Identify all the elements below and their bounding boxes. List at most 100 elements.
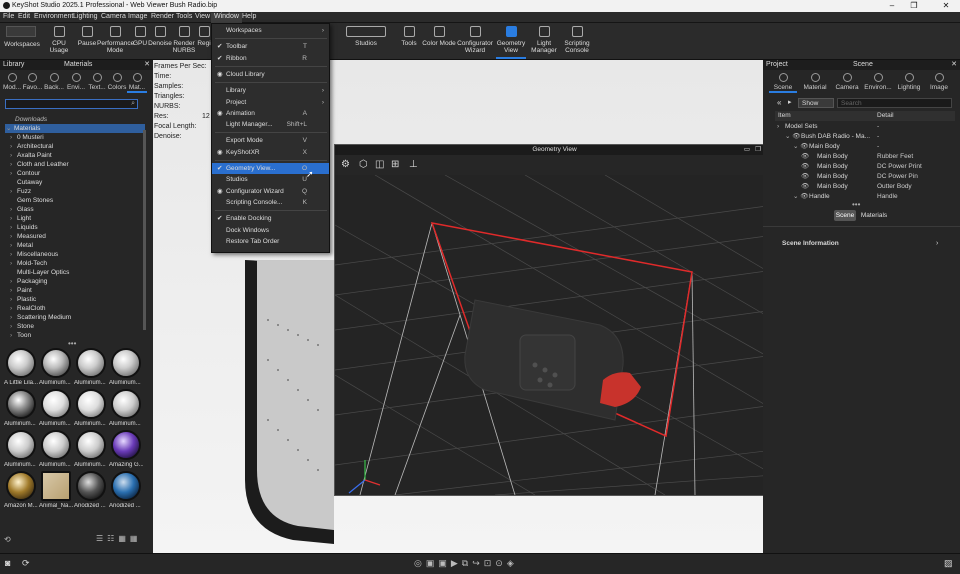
- menu-lighting[interactable]: Lighting: [73, 13, 98, 20]
- subtab-scene[interactable]: Scene: [834, 210, 856, 221]
- caret-icon[interactable]: ›: [10, 295, 12, 304]
- visibility-icon[interactable]: 👁: [801, 172, 809, 182]
- menu-item-animation[interactable]: ◉ Animation A: [212, 108, 329, 119]
- menu-environment[interactable]: Environment: [34, 13, 73, 20]
- expand-icon[interactable]: ▸: [788, 98, 792, 106]
- tree-item[interactable]: Gem Stones: [5, 196, 145, 205]
- menu-edit[interactable]: Edit: [18, 13, 30, 20]
- chevron-right-icon[interactable]: ›: [936, 240, 938, 247]
- ribbon-pause[interactable]: Pause: [76, 26, 98, 59]
- tree-item[interactable]: › Mold-Tech: [5, 259, 145, 268]
- menu-image[interactable]: Image: [128, 13, 147, 20]
- visibility-icon[interactable]: ⌄ 👁: [793, 192, 809, 202]
- ribbon-gpu[interactable]: GPU: [133, 26, 147, 59]
- menu-item-cloud-library[interactable]: ◉ Cloud Library: [212, 69, 329, 80]
- material-thumbnail[interactable]: Aluminum...: [39, 346, 73, 390]
- caret-icon[interactable]: ›: [10, 142, 12, 151]
- ribbon-geometry-view[interactable]: Geometry View: [496, 26, 526, 59]
- caret-icon[interactable]: ›: [10, 133, 12, 142]
- sync-icon[interactable]: ⟳: [22, 558, 30, 569]
- menu-window[interactable]: Window: [211, 13, 242, 23]
- tree-item[interactable]: › RealCloth: [5, 304, 145, 313]
- tree-item[interactable]: › Architectural: [5, 142, 145, 151]
- caret-icon[interactable]: ›: [10, 232, 12, 241]
- minimize-icon[interactable]: –: [881, 0, 903, 12]
- scene-row[interactable]: ⌄ 👁 Main Body -: [775, 142, 955, 152]
- caret-icon[interactable]: ›: [10, 214, 12, 223]
- tab-models[interactable]: Mod...: [2, 71, 22, 93]
- caret-icon[interactable]: ›: [10, 241, 12, 250]
- material-thumbnail[interactable]: Amazon M...: [4, 469, 38, 513]
- material-thumbnail[interactable]: Anodized ...: [74, 469, 108, 513]
- caret-icon[interactable]: ›: [10, 277, 12, 286]
- view-mode-icons[interactable]: ☰☷▦▦: [96, 534, 141, 543]
- caret-icon[interactable]: ›: [10, 259, 12, 268]
- tree-item[interactable]: › Contour: [5, 169, 145, 178]
- caret-icon[interactable]: ›: [10, 169, 12, 178]
- tree-item[interactable]: › Paint: [5, 286, 145, 295]
- tab-lighting[interactable]: Lighting: [895, 71, 923, 93]
- viewport-toolbar[interactable]: ◎▣▣▶⧉↪⊡⊙◈: [414, 558, 554, 570]
- ribbon-tools[interactable]: Tools: [399, 26, 419, 59]
- library-search-input[interactable]: ⌕: [5, 99, 138, 109]
- workspace-select[interactable]: [6, 26, 36, 37]
- scene-row[interactable]: ⌄ 👁 Handle Handle: [775, 192, 955, 202]
- tree-item[interactable]: › Glass: [5, 205, 145, 214]
- material-thumbnail[interactable]: Aluminum...: [4, 428, 38, 472]
- bounding-box-icon[interactable]: ⊞: [391, 159, 399, 170]
- camera-icon[interactable]: ◫: [375, 159, 384, 170]
- close-panel-icon[interactable]: ✕: [144, 60, 150, 70]
- ribbon-denoise[interactable]: Denoise: [148, 26, 172, 59]
- tab-textures[interactable]: Text...: [87, 71, 107, 93]
- show-select[interactable]: Show: [798, 98, 834, 108]
- tree-item[interactable]: › Plastic: [5, 295, 145, 304]
- ribbon-configurator-wizard[interactable]: Configurator Wizard: [456, 26, 494, 59]
- scene-row[interactable]: 👁 Main Body DC Power Print: [775, 162, 955, 172]
- visibility-icon[interactable]: ⌄ 👁: [785, 132, 801, 142]
- restore-icon[interactable]: ❐: [755, 145, 761, 155]
- visibility-icon[interactable]: 👁: [801, 152, 809, 162]
- caret-icon[interactable]: ›: [10, 286, 12, 295]
- tree-item[interactable]: › Light: [5, 214, 145, 223]
- caret-icon[interactable]: ›: [777, 122, 779, 132]
- close-panel-icon[interactable]: ✕: [951, 60, 957, 70]
- tab-materials[interactable]: Mat...: [127, 71, 147, 93]
- scene-row[interactable]: 👁 Main Body Outter Body: [775, 182, 955, 192]
- material-thumbnail[interactable]: Amazing G...: [109, 428, 143, 472]
- subtab-materials[interactable]: Materials: [859, 210, 889, 221]
- menu-item-ribbon[interactable]: ✔ Ribbon R: [212, 53, 329, 64]
- material-thumbnail[interactable]: Aluminum...: [74, 387, 108, 431]
- caret-icon[interactable]: ⌄: [6, 124, 11, 133]
- minimize-icon[interactable]: ▭: [744, 145, 750, 155]
- tree-item[interactable]: ⌄ Materials: [5, 124, 145, 133]
- material-thumbnail[interactable]: Anodized ...: [109, 469, 143, 513]
- tree-item[interactable]: › Liquids: [5, 223, 145, 232]
- material-thumbnail[interactable]: Aluminum...: [39, 387, 73, 431]
- tree-item[interactable]: › Packaging: [5, 277, 145, 286]
- tree-item[interactable]: › Axalta Paint: [5, 151, 145, 160]
- menu-camera[interactable]: Camera: [101, 13, 126, 20]
- material-thumbnail[interactable]: A Little Lila...: [4, 346, 38, 390]
- visibility-icon[interactable]: 👁: [801, 162, 809, 172]
- tree-item[interactable]: › Miscellaneous: [5, 250, 145, 259]
- tab-camera[interactable]: Camera: [833, 71, 861, 93]
- material-thumbnail[interactable]: Aluminum...: [74, 346, 108, 390]
- splitter-handle[interactable]: •••: [852, 200, 860, 209]
- settings-icon[interactable]: ⚙: [341, 159, 350, 170]
- ribbon-light-manager[interactable]: Light Manager: [529, 26, 559, 59]
- menu-item-toolbar[interactable]: ✔ Toolbar T: [212, 41, 329, 52]
- material-thumbnail[interactable]: Aluminum...: [74, 428, 108, 472]
- tree-item[interactable]: › 0 Musteri: [5, 133, 145, 142]
- menu-file[interactable]: File: [3, 13, 14, 20]
- image-icon[interactable]: ▨: [944, 558, 953, 569]
- material-thumbnail[interactable]: Aluminum...: [4, 387, 38, 431]
- menu-item-scripting-console[interactable]: Scripting Console... K: [212, 197, 329, 208]
- tab-environment[interactable]: Environ...: [863, 71, 893, 93]
- menu-view[interactable]: View: [195, 13, 210, 20]
- scene-information-header[interactable]: Scene Information: [782, 240, 839, 247]
- caret-icon[interactable]: ›: [10, 313, 12, 322]
- geometry-view-titlebar[interactable]: Geometry View ▭ ❐ ✕: [335, 145, 774, 155]
- tab-favorites[interactable]: Favo...: [22, 71, 43, 93]
- collapse-icon[interactable]: «: [777, 98, 781, 107]
- tree-item[interactable]: › Stone: [5, 322, 145, 331]
